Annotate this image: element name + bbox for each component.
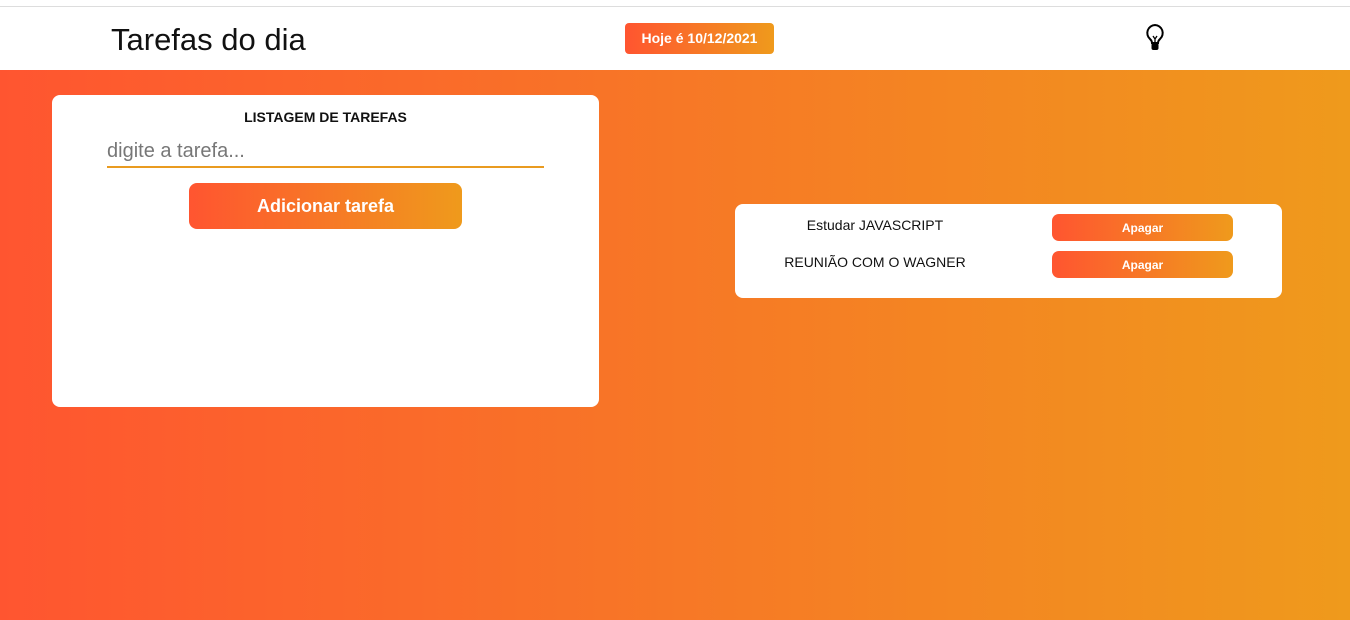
add-task-button[interactable]: Adicionar tarefa <box>189 183 462 229</box>
task-form-card: LISTAGEM DE TAREFAS Adicionar tarefa <box>52 95 599 407</box>
task-item: REUNIÃO COM O WAGNER Apagar <box>735 251 1282 288</box>
task-list: Estudar JAVASCRIPT Apagar REUNIÃO COM O … <box>735 204 1282 298</box>
form-heading: LISTAGEM DE TAREFAS <box>244 109 407 125</box>
task-label: Estudar JAVASCRIPT <box>806 217 944 233</box>
delete-task-button[interactable]: Apagar <box>1052 251 1233 278</box>
date-badge: Hoje é 10/12/2021 <box>625 23 774 54</box>
task-input[interactable] <box>107 137 544 168</box>
task-item: Estudar JAVASCRIPT Apagar <box>735 214 1282 251</box>
page-title: Tarefas do dia <box>111 22 306 57</box>
task-label: REUNIÃO COM O WAGNER <box>784 254 966 270</box>
delete-task-button[interactable]: Apagar <box>1052 214 1233 241</box>
header: Tarefas do dia Hoje é 10/12/2021 <box>0 7 1350 70</box>
main-area: LISTAGEM DE TAREFAS Adicionar tarefa Est… <box>0 70 1350 620</box>
lightbulb-icon[interactable] <box>1143 23 1167 53</box>
